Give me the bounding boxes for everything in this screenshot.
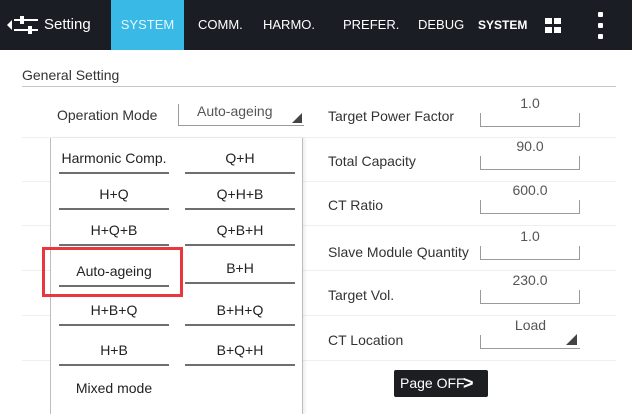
target-power-factor-field[interactable]: 1.0 <box>480 95 580 127</box>
slave-module-quantity-value: 1.0 <box>520 228 540 244</box>
section-title: General Setting <box>22 67 120 83</box>
option-q-b-h[interactable]: Q+B+H <box>181 212 299 248</box>
operation-mode-value: Auto-ageing <box>197 103 273 119</box>
total-capacity-label: Total Capacity <box>328 153 416 169</box>
tab-system-secondary[interactable]: SYSTEM <box>478 0 527 50</box>
page-off-label: Page OFF <box>400 375 465 391</box>
slave-module-quantity-field[interactable]: 1.0 <box>480 228 580 260</box>
chevron-right-icon: > <box>463 373 474 393</box>
dropdown-arrow-icon <box>292 113 302 123</box>
ct-location-select[interactable]: Load <box>480 317 580 349</box>
ct-ratio-field[interactable]: 600.0 <box>480 182 580 214</box>
tab-system[interactable]: SYSTEM <box>111 0 184 50</box>
grid-icon[interactable] <box>545 18 561 33</box>
tab-comm[interactable]: COMM. <box>198 0 243 50</box>
target-power-factor-value: 1.0 <box>520 95 540 111</box>
kebab-menu-icon[interactable] <box>598 12 604 39</box>
tab-harmo[interactable]: HARMO. <box>263 0 315 50</box>
option-h-b[interactable]: H+B <box>55 332 173 368</box>
option-q-h-b[interactable]: Q+H+B <box>181 176 299 212</box>
section-divider <box>22 86 616 87</box>
page-off-button[interactable]: Page OFF > <box>394 370 488 397</box>
target-vol-field[interactable]: 230.0 <box>480 272 580 304</box>
dropdown-arrow-icon <box>566 334 577 345</box>
option-mixed-mode[interactable]: Mixed mode <box>55 370 173 406</box>
ct-ratio-value: 600.0 <box>512 182 548 198</box>
ct-ratio-label: CT Ratio <box>328 197 383 213</box>
total-capacity-field[interactable]: 90.0 <box>480 138 580 170</box>
operation-mode-select[interactable]: Auto-ageing <box>178 103 304 126</box>
option-h-q[interactable]: H+Q <box>55 176 173 212</box>
target-vol-label: Target Vol. <box>328 287 395 303</box>
option-harmonic-comp[interactable]: Harmonic Comp. <box>55 140 173 176</box>
ct-location-label: CT Location <box>328 332 404 348</box>
settings-sliders-icon[interactable] <box>6 13 40 37</box>
option-h-q-b[interactable]: H+Q+B <box>55 212 173 248</box>
total-capacity-value: 90.0 <box>516 138 544 154</box>
selection-highlight-box <box>42 247 183 297</box>
tab-prefer[interactable]: PREFER. <box>343 0 399 50</box>
option-b-h[interactable]: B+H <box>181 250 299 286</box>
tab-debug[interactable]: DEBUG <box>418 0 464 50</box>
target-power-factor-label: Target Power Factor <box>328 108 455 124</box>
top-bar: Setting SYSTEM COMM. HARMO. PREFER. DEBU… <box>0 0 632 50</box>
target-vol-value: 230.0 <box>512 272 548 288</box>
option-q-h[interactable]: Q+H <box>181 140 299 176</box>
app-title: Setting <box>44 16 91 33</box>
option-h-b-q[interactable]: H+B+Q <box>55 292 173 328</box>
option-b-q-h[interactable]: B+Q+H <box>181 332 299 368</box>
operation-mode-label: Operation Mode <box>57 107 158 123</box>
slave-module-quantity-label: Slave Module Quantity <box>328 244 469 260</box>
option-b-h-q[interactable]: B+H+Q <box>181 292 299 328</box>
ct-location-value: Load <box>514 317 547 333</box>
